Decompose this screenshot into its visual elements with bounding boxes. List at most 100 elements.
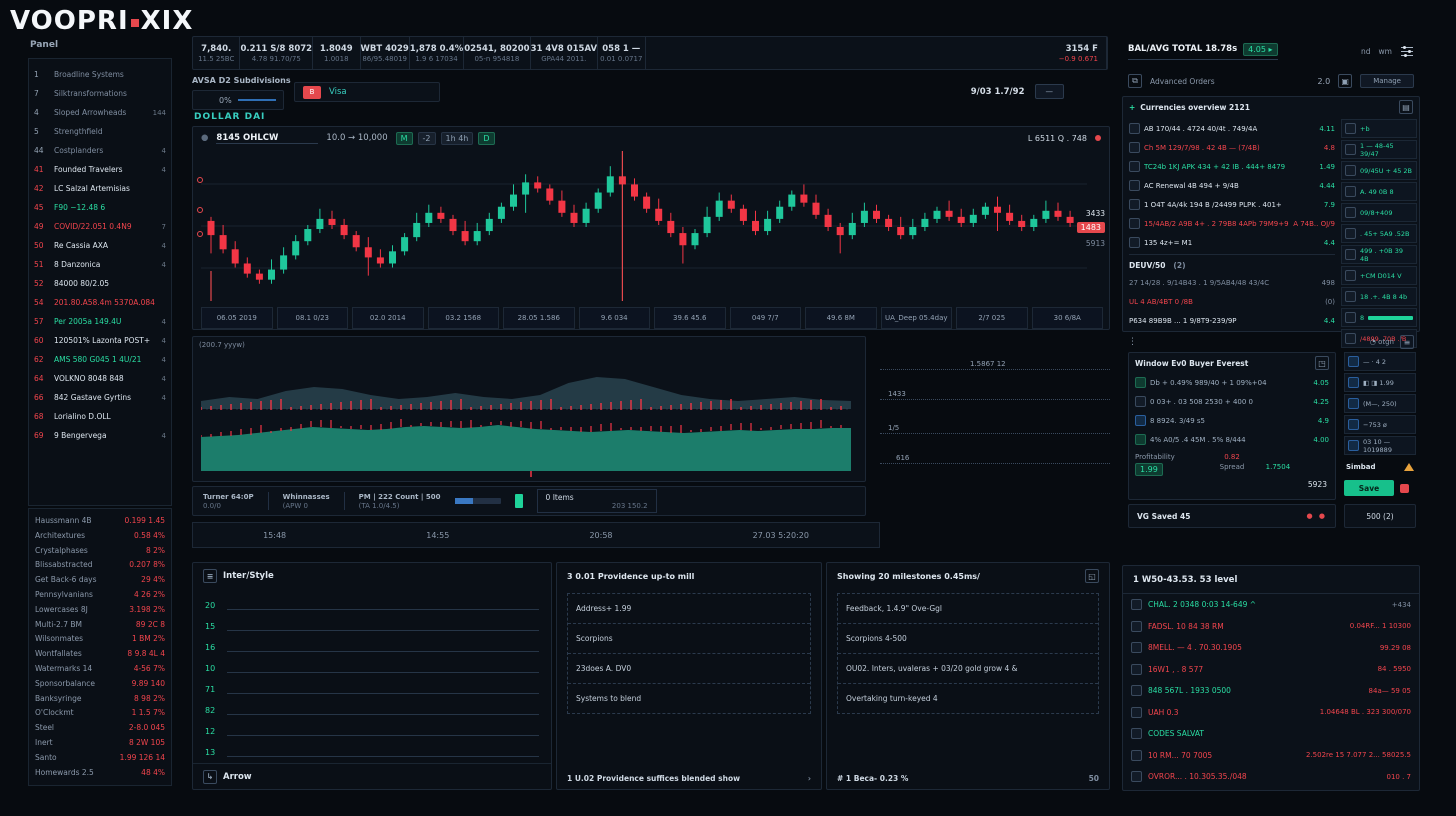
mid-mini-row[interactable]: −753 ø — [1344, 415, 1416, 434]
sidebar-item[interactable]: 52 84000 80/2.05 — [34, 274, 166, 293]
mini-progress-bar[interactable] — [455, 498, 501, 504]
timeframe-chip[interactable]: M — [396, 132, 413, 145]
watchlist-row[interactable]: OVROR... . 10.305.35./048 010 . 7 — [1123, 766, 1419, 788]
timeline-label[interactable]: 15:48 — [263, 531, 286, 540]
milestone-row[interactable]: Scorpions 4-500 — [838, 624, 1098, 654]
sidebar-item[interactable]: 60 120501% Lazonta POST+ 4 — [34, 331, 166, 350]
mid-mini-row[interactable]: ◧ ◨ 1.99 — [1344, 373, 1416, 392]
watchlist-row[interactable]: CHAL. 2 0348 0:03 14-649 ^ +434 — [1123, 594, 1419, 616]
indicator-panel[interactable]: (200.7 yyyw) — [192, 336, 866, 482]
count-footer[interactable]: 500 (2) — [1344, 504, 1416, 528]
header-link[interactable]: nd — [1361, 47, 1371, 56]
header-link[interactable]: wm — [1379, 47, 1392, 56]
overview-subrow[interactable]: P634 89B9B ... 1 9/8T9-239/9P 4.4 — [1129, 311, 1335, 330]
watchlist-row[interactable]: 848 567L . 1933 0500 84a— 59 05 — [1123, 680, 1419, 702]
timeline-label[interactable]: 27.03 5:20:20 — [753, 531, 809, 540]
slider-track[interactable] — [238, 99, 276, 101]
mid-mini-row[interactable]: — · 4 2 — [1344, 352, 1416, 371]
date-label[interactable]: UA_Deep 05.4day — [881, 307, 953, 329]
saved-footer[interactable]: VG Saved 45 ● ● — [1128, 504, 1336, 528]
overview-row[interactable]: AB 170/44 . 4724 40/4t . 749/4A 4.11 — [1129, 119, 1335, 138]
sidebar-item[interactable]: 41 Founded Travelers 4 — [34, 160, 166, 179]
mini-asset-row[interactable]: 09/45U + 45 2B — [1341, 161, 1417, 180]
watchlist-row[interactable]: 10 RM... 70 7005 2.502re 15 7.077 2... 5… — [1123, 745, 1419, 767]
mini-asset-row[interactable]: +b — [1341, 119, 1417, 138]
toolbar-group[interactable]: PM | 222 Count | 500(TA 1.0/4.5) — [359, 493, 441, 510]
date-label[interactable]: 02.0 2014 — [352, 307, 424, 329]
order-row[interactable]: 8 8924. 3/49 s5 4.9 — [1129, 411, 1335, 430]
mini-asset-row[interactable]: 18 .+. 4B 8 4b — [1341, 287, 1417, 306]
providence-row[interactable]: Systems to blend — [568, 684, 810, 713]
buy-chip[interactable]: 1.99 — [1135, 463, 1163, 476]
level-row[interactable]: 71 — [193, 673, 551, 694]
milestone-row[interactable]: Overtaking turn-keyed 4 — [838, 684, 1098, 713]
overview-row[interactable]: Ch 5M 129/7/98 . 42 4B — (7/4B) 4.8 — [1129, 138, 1335, 157]
timeframe-chip[interactable]: -2 — [418, 132, 436, 145]
ticker-cell[interactable]: 1.8049 1.0018 — [313, 37, 360, 69]
overview-row[interactable]: AC Renewal 4B 494 + 9/4B 4.44 — [1129, 176, 1335, 195]
mid-mini-row[interactable]: 03 10 — 1019889 — [1344, 436, 1416, 455]
sidebar-item[interactable]: 44 Costplanders 4 — [34, 141, 166, 160]
watchlist-row[interactable]: FADSL. 10 84 38 RM 0.04RF... 1 10300 — [1123, 616, 1419, 638]
timeframe-chip[interactable]: D — [478, 132, 494, 145]
stat-row[interactable]: Get Back-6 days 29 4% — [35, 575, 165, 590]
sidebar-item[interactable]: 1 Broadline Systems — [34, 65, 166, 84]
grid-icon[interactable]: ▤ — [1399, 100, 1413, 114]
levels-footer[interactable]: ↳ Arrow — [193, 763, 551, 789]
account-chip[interactable]: 4.05 ▸ — [1243, 43, 1277, 56]
overview-row[interactable]: 15/4AB/2 A9B 4+ . 2 79B8 4APb 79M9+9 A 7… — [1129, 214, 1335, 233]
sidebar-item[interactable]: 62 AMS 580 G045 1 4U/21 4 — [34, 350, 166, 369]
sidebar-item[interactable]: 57 Per 2005a 149.4U 4 — [34, 312, 166, 331]
date-label[interactable]: 30 6/8A — [1032, 307, 1104, 329]
sidebar-item[interactable]: 49 COVID/22.051 0.4N9 7 — [34, 217, 166, 236]
toolbar-group[interactable]: Whinnasses(APW 0 — [283, 493, 330, 510]
providence-row[interactable]: Scorpions — [568, 624, 810, 654]
timeline-label[interactable]: 20:58 — [589, 531, 612, 540]
sidebar-item[interactable]: 69 9 Bengervega 4 — [34, 426, 166, 445]
level-row[interactable]: 82 — [193, 694, 551, 715]
stat-row[interactable]: Santo 1.99 126 14 — [35, 753, 165, 768]
timeframe-chip[interactable]: 1h 4h — [441, 132, 474, 145]
order-row[interactable]: 0 03+ . 03 508 2530 + 400 0 4.25 — [1129, 392, 1335, 411]
expand-icon[interactable]: ◱ — [1085, 569, 1099, 583]
stat-row[interactable]: Architextures 0.58 4% — [35, 531, 165, 546]
overview-row[interactable]: 135 4z+= M1 4.4 — [1129, 233, 1335, 252]
popout-icon[interactable]: ◳ — [1315, 356, 1329, 370]
stat-row[interactable]: Steel 2-8.0 045 — [35, 723, 165, 738]
stat-row[interactable]: Banksyringe 8 98 2% — [35, 694, 165, 709]
mini-asset-row[interactable]: 1 — 48-45 39/47 — [1341, 140, 1417, 159]
save-button[interactable]: Save — [1344, 480, 1394, 496]
stat-row[interactable]: Pennsylvanians 4 26 2% — [35, 590, 165, 605]
mini-asset-row[interactable]: 499 . +0B 39 4B — [1341, 245, 1417, 264]
stat-row[interactable]: Inert 8 2W 105 — [35, 738, 165, 753]
overview-row[interactable]: 1 O4T 4A/4k 194 B /24499 PLPK . 401+ 7.9 — [1129, 195, 1335, 214]
overview-row[interactable]: TC24b 1KJ APK 434 + 42 IB . 444+ 8479 1.… — [1129, 157, 1335, 176]
overview-subrow[interactable]: UL 4 AB/4BT 0 /8B (0) — [1129, 292, 1335, 311]
level-row[interactable]: 10 — [193, 652, 551, 673]
stat-row[interactable]: Homewards 2.5 48 4% — [35, 768, 165, 783]
mini-asset-row[interactable]: 09/8+409 — [1341, 203, 1417, 222]
watchlist-row[interactable]: 8MELL. — 4 . 70.30.1905 99.29 08 — [1123, 637, 1419, 659]
payment-method[interactable]: B Visa — [294, 82, 440, 102]
watchlist-row[interactable]: UAH 0.3 1.04648 BL . 323 300/070 — [1123, 702, 1419, 724]
level-row[interactable]: 13 — [193, 736, 551, 757]
leverage-slider[interactable]: 0% — [192, 90, 284, 110]
chart-symbol[interactable]: 8145 OHLCW — [216, 133, 318, 144]
stat-row[interactable]: Lowercases 8J 3.198 2% — [35, 605, 165, 620]
balance-button[interactable]: — — [1035, 84, 1065, 99]
sidebar-item[interactable]: 64 VOLKNO 8048 848 4 — [34, 369, 166, 388]
watchlist-row[interactable]: CODES SALVAT — [1123, 723, 1419, 745]
stat-row[interactable]: O'Clockmt 1 1.5 7% — [35, 708, 165, 723]
stat-row[interactable]: Crystalphases 8 2% — [35, 546, 165, 561]
stat-row[interactable]: Wontfallates 8 9.8 4L 4 — [35, 649, 165, 664]
ticker-cell[interactable]: WBT 4029 86/95.48019 — [361, 37, 410, 69]
timeline-label[interactable]: 14:55 — [426, 531, 449, 540]
sidebar-item[interactable]: 54 201.80.A58.4m 5370A.084 — [34, 293, 166, 312]
sidebar-item[interactable]: 68 Lorialino D.OLL — [34, 407, 166, 426]
stat-row[interactable]: Watermarks 14 4-56 7% — [35, 664, 165, 679]
order-row[interactable]: Db + 0.49% 989/40 + 1 09%+04 4.05 — [1129, 373, 1335, 392]
mini-asset-row[interactable]: . 45+ 5A9 .52B — [1341, 224, 1417, 243]
date-label[interactable]: 08.1 0/23 — [277, 307, 349, 329]
stat-row[interactable]: Multi-2.7 BM 89 2C 8 — [35, 620, 165, 635]
settings-icon[interactable]: ≡ — [1400, 335, 1414, 349]
